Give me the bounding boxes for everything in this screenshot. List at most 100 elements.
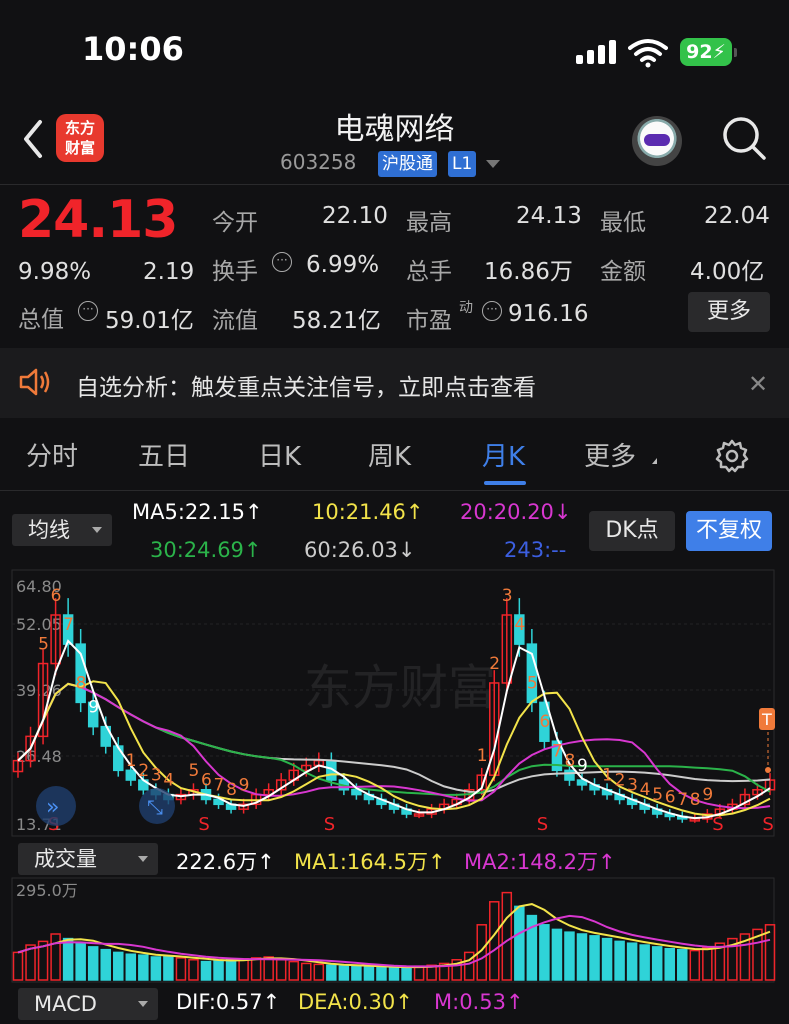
sell-signal: S <box>762 814 773 835</box>
sequence-number: 3 <box>627 775 638 795</box>
volume-bar <box>263 956 274 981</box>
sequence-number: 2 <box>489 654 500 674</box>
tab-more[interactable]: 更多 <box>584 436 636 473</box>
volume-ma2: MA2:148.2万↑ <box>464 850 616 874</box>
sequence-number: 1 <box>126 751 137 771</box>
volume-bar <box>363 965 375 981</box>
battery-icon: 92 ⚡ <box>680 38 737 66</box>
volume-bar <box>413 965 425 981</box>
candle-body <box>125 769 137 781</box>
level-badge: L1 <box>448 151 477 177</box>
sell-signal: S <box>198 814 209 835</box>
volume-label: 总手 <box>406 259 452 285</box>
candle-body <box>564 769 575 781</box>
sequence-number: 9 <box>702 785 713 805</box>
sequence-number: 5 <box>38 635 49 655</box>
sequence-number: 6 <box>539 712 550 732</box>
volume-bar <box>664 947 675 981</box>
volume-bar <box>62 937 74 981</box>
volume-bar <box>113 951 124 981</box>
sequence-number: 5 <box>527 673 538 693</box>
mktcap-label: 总值 <box>18 307 64 333</box>
ma-select[interactable]: 均线 <box>12 514 112 546</box>
sequence-number: 8 <box>564 751 575 771</box>
sequence-number: 4 <box>514 615 525 635</box>
low-label: 最低 <box>600 210 646 236</box>
info-icon[interactable]: ··· <box>272 252 292 272</box>
chevron-down-icon[interactable] <box>486 160 500 168</box>
cellular-signal-icon <box>576 40 616 64</box>
volume-bar <box>163 955 174 981</box>
ai-assistant-icon[interactable] <box>632 116 682 166</box>
volume-bar <box>489 901 500 981</box>
volume-bar <box>225 959 237 981</box>
volume-bar <box>50 933 61 981</box>
volume-bar <box>150 956 162 981</box>
sequence-number: 6 <box>201 770 212 790</box>
volume-bar <box>614 940 625 981</box>
ma-select-label: 均线 <box>28 518 70 542</box>
volume-bar <box>677 948 688 981</box>
volume-bar <box>250 957 262 981</box>
volume-bar <box>702 947 713 981</box>
pe-label: 市盈 <box>406 308 452 334</box>
dk-point-button[interactable]: DK点 <box>589 511 675 551</box>
sequence-number: 7 <box>214 775 225 795</box>
volume-select[interactable]: 成交量 <box>18 843 158 875</box>
close-icon[interactable]: ✕ <box>748 370 768 398</box>
volume-chart[interactable]: 295.0万 <box>0 876 789 984</box>
active-tab-indicator <box>484 481 526 485</box>
search-icon[interactable] <box>720 114 768 162</box>
macd-dea: DEA:0.30↑ <box>298 990 413 1014</box>
volume-bar <box>188 959 199 981</box>
float-value: 58.21亿 <box>292 308 381 334</box>
gear-icon[interactable] <box>714 438 750 474</box>
volume-bar <box>514 905 525 981</box>
ma60-value: 60:26.03↓ <box>304 538 416 562</box>
tab-weekly-k[interactable]: 周K <box>368 436 411 473</box>
volume-bar <box>639 944 650 981</box>
tab-intraday[interactable]: 分时 <box>26 436 78 473</box>
banner-text[interactable]: 自选分析：触发重点关注信号，立即点击查看 <box>76 368 536 402</box>
info-icon[interactable]: ··· <box>482 301 502 321</box>
volume-bar <box>539 924 550 981</box>
ma10-value: 10:21.46↑ <box>312 500 424 524</box>
volume-bar <box>213 959 224 981</box>
macd-select-label: MACD <box>34 992 97 1016</box>
volume-bar <box>576 933 588 981</box>
tab-five-day[interactable]: 五日 <box>138 436 190 473</box>
sequence-number: 7 <box>677 790 688 810</box>
tab-daily-k[interactable]: 日K <box>258 436 301 473</box>
open-value: 22.10 <box>322 203 388 229</box>
volume-bar <box>338 965 350 981</box>
volume-bar <box>125 953 137 981</box>
info-icon[interactable]: ··· <box>78 301 98 321</box>
change-amount: 2.19 <box>143 259 195 285</box>
high-value: 24.13 <box>516 203 582 229</box>
sequence-number: 8 <box>690 790 701 810</box>
mktcap-value: 59.01亿 <box>105 308 194 334</box>
volume-select-label: 成交量 <box>34 847 97 871</box>
pe-value: 916.16 <box>508 301 589 327</box>
sequence-number: 9 <box>239 775 250 795</box>
volume-bar <box>376 966 387 981</box>
more-button[interactable]: 更多 <box>688 292 770 332</box>
macd-select[interactable]: MACD <box>18 988 158 1020</box>
volume-bar <box>12 951 24 981</box>
volume-value: 16.86万 <box>484 259 573 285</box>
tab-monthly-k[interactable]: 月K <box>482 436 525 473</box>
t-marker-label: T <box>761 710 772 729</box>
no-adjust-button[interactable]: 不复权 <box>686 511 772 551</box>
double-chevron-icon: » <box>46 795 59 820</box>
sequence-number: 3 <box>151 766 162 786</box>
volume-bar <box>87 946 99 981</box>
sequence-number: 5 <box>188 761 199 781</box>
turnover-value: 6.99% <box>306 252 380 278</box>
sequence-number: 4 <box>640 780 651 800</box>
volume-ma1: MA1:164.5万↑ <box>294 850 446 874</box>
volume-bar <box>326 964 337 981</box>
volume-bar <box>138 954 149 981</box>
kline-chart[interactable]: 东方财富 64.80 52.05 39.26 26.48 13.71 56789… <box>0 568 789 840</box>
hgt-badge: 沪股通 <box>378 151 437 177</box>
volume-bar <box>651 946 663 981</box>
